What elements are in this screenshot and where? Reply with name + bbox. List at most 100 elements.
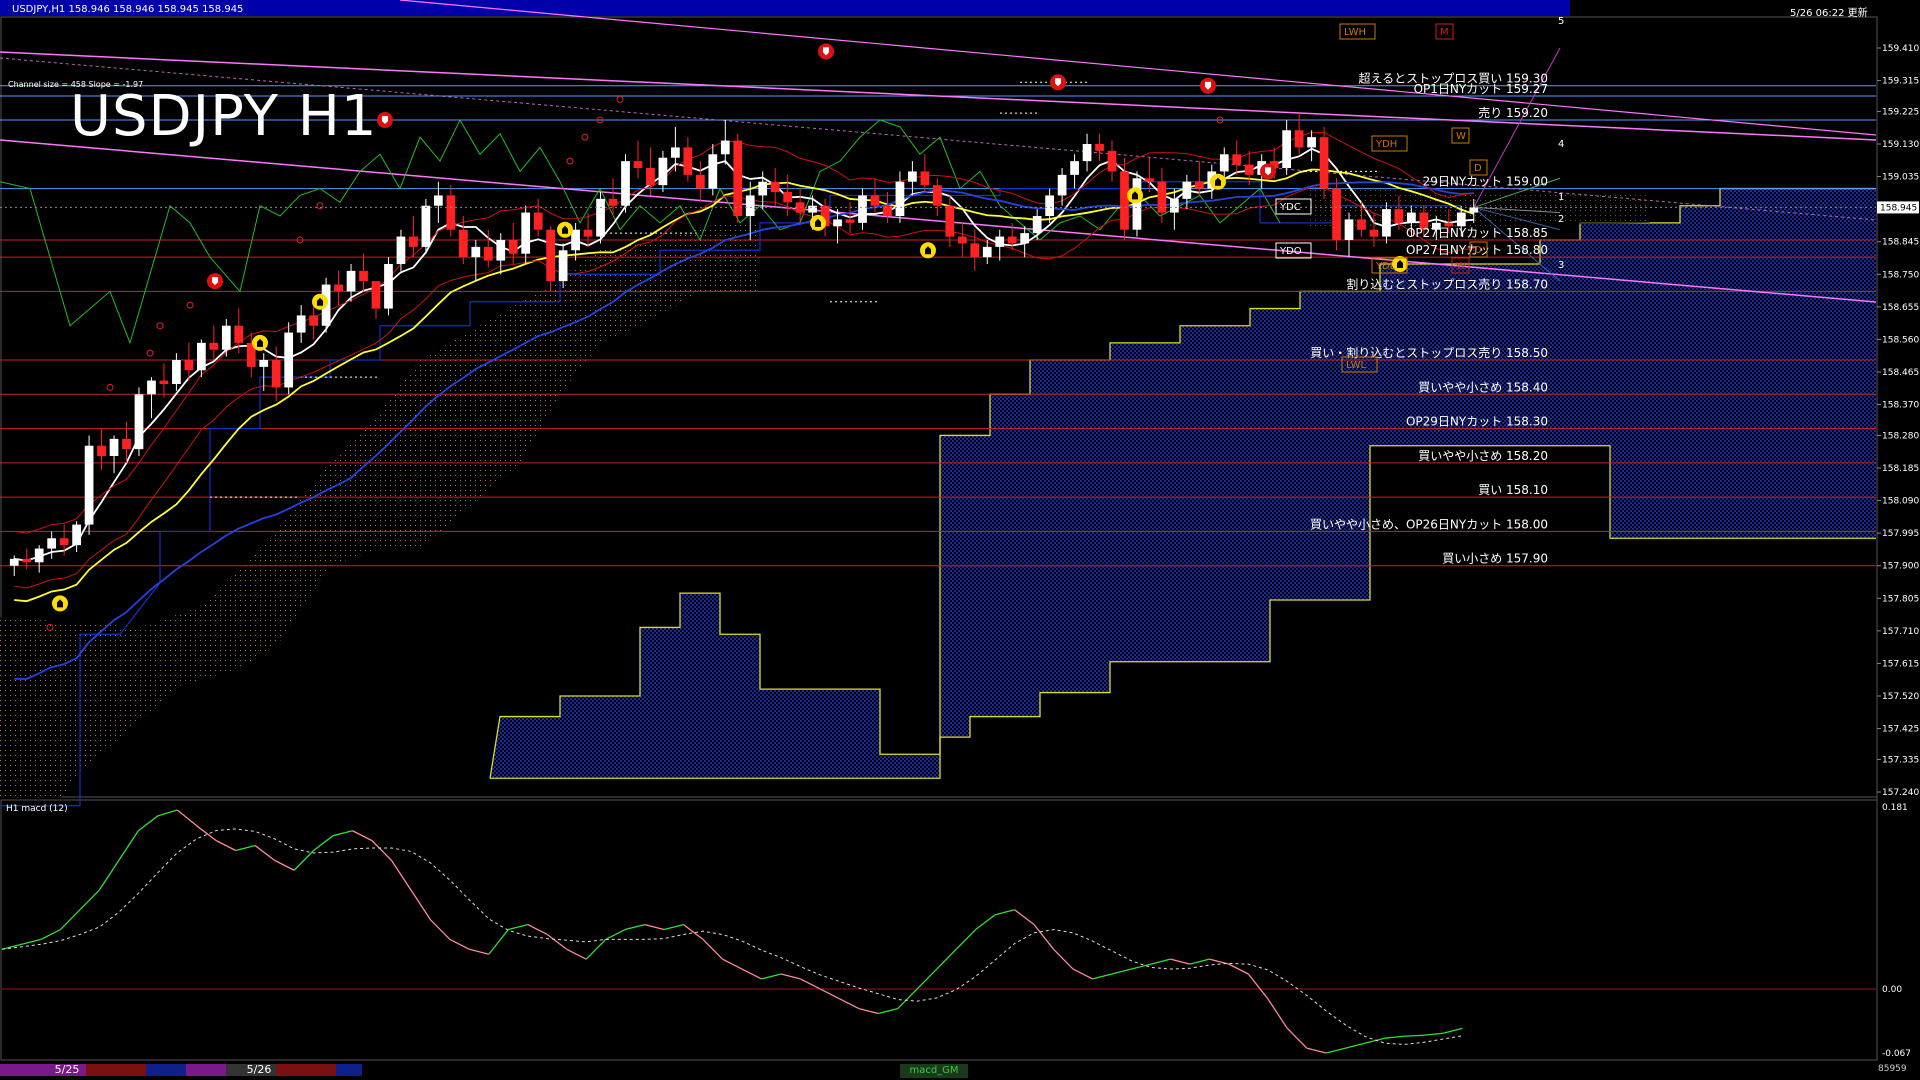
candle-body	[1332, 188, 1341, 240]
candle-body	[683, 147, 693, 175]
macd-line-segment	[215, 840, 236, 852]
marker-box-label: YDC	[1279, 202, 1301, 213]
candle-body	[1120, 171, 1129, 230]
macd-line-segment	[137, 815, 159, 832]
macd-line-segment	[1170, 958, 1191, 965]
candle-body	[1170, 198, 1179, 213]
candle-body	[209, 342, 219, 350]
candle-body	[34, 548, 44, 563]
candle-body	[920, 171, 930, 186]
candle-body	[134, 394, 144, 450]
price-tick-label: 158.090	[1882, 497, 1919, 507]
macd-line-segment	[1286, 1027, 1308, 1049]
candle-body	[72, 524, 81, 546]
macd-badge: macd_GM	[900, 1064, 968, 1078]
candle-body	[1182, 181, 1192, 199]
marker-box-label: D	[1474, 245, 1482, 256]
candle-body	[271, 360, 281, 388]
level-label: 29日NYカット 159.00	[1423, 175, 1548, 189]
projection-number: 1	[1558, 192, 1564, 203]
macd-line-segment	[118, 830, 139, 861]
candle-body	[982, 246, 992, 258]
candle-body	[1394, 209, 1404, 223]
price-tick-label: 159.130	[1882, 140, 1919, 150]
macd-line-segment	[722, 958, 743, 970]
macd-line-segment	[1442, 1027, 1463, 1034]
macd-line-segment	[429, 919, 451, 940]
candle-body	[1232, 154, 1242, 165]
candle-body	[122, 438, 131, 450]
macd-line-segment	[390, 860, 412, 891]
candle-body	[845, 219, 855, 223]
chart-title: USDJPY H1	[70, 84, 378, 149]
candle-body	[346, 270, 356, 292]
macd-axis-max: 0.181	[1882, 803, 1908, 813]
candle-body	[945, 205, 955, 237]
macd-line-segment	[936, 948, 957, 970]
projection-number: 4	[1558, 139, 1564, 150]
macd-line-segment	[878, 1007, 898, 1015]
candle-body	[995, 236, 1005, 247]
macd-line-segment	[916, 968, 938, 990]
candle-body	[359, 270, 368, 282]
marker-box-label: LWL	[1346, 360, 1367, 371]
macd-line-segment	[488, 929, 509, 955]
macd-line-segment	[975, 914, 996, 931]
candle-body	[621, 161, 630, 206]
marker-box-label: D	[1474, 163, 1482, 174]
candle-body	[47, 538, 57, 549]
macd-line-segment	[800, 978, 821, 990]
candle-body	[695, 174, 705, 189]
macd-line-segment	[254, 845, 276, 861]
candle-body	[1344, 219, 1354, 240]
macd-line-segment	[761, 973, 782, 980]
candle-body	[895, 181, 905, 216]
macd-line-segment	[176, 809, 198, 827]
macd-line-segment	[644, 923, 665, 931]
macd-lines	[1, 809, 1463, 1054]
candle-body	[284, 332, 294, 388]
fractal-dot-icon	[581, 133, 589, 141]
candle-body	[1456, 212, 1466, 227]
macd-line-segment	[1306, 1047, 1327, 1054]
candle-body	[745, 195, 755, 216]
candle-body	[658, 157, 668, 186]
fractal-dot-icon	[106, 383, 114, 391]
macd-line-segment	[1189, 958, 1210, 965]
candle-body	[1357, 219, 1366, 230]
candle-body	[1219, 154, 1229, 172]
price-tick-label: 157.615	[1882, 659, 1919, 669]
candle-body	[521, 212, 531, 254]
marker-box-label: YDO	[1279, 246, 1302, 257]
macd-line-segment	[59, 909, 81, 930]
candle-body	[409, 236, 418, 247]
candle-body	[583, 229, 593, 237]
marker-box-label: W	[1456, 261, 1466, 272]
candle-body	[596, 198, 605, 237]
candle-body	[770, 181, 780, 192]
price-tick-label: 158.370	[1882, 401, 1919, 411]
macd-axis-zero: 0.00	[1882, 985, 1902, 995]
macd-line-segment	[527, 924, 548, 936]
marker-box-label: W	[1456, 131, 1466, 142]
candle-body	[908, 171, 917, 182]
macd-line-segment	[566, 948, 587, 960]
macd-line-segment	[1053, 948, 1074, 970]
candle-body	[1407, 212, 1416, 223]
candle-body	[858, 195, 867, 223]
level-label: 買いやや小さめ、OP26日NYカット 158.00	[1310, 517, 1548, 531]
macd-line-segment	[605, 928, 626, 940]
macd-line-segment	[1247, 973, 1269, 1000]
candle-body	[22, 558, 32, 563]
macd-signal-line	[1, 828, 1463, 1045]
macd-panel-frame	[0, 799, 1878, 1061]
candle-body	[1294, 130, 1304, 148]
candle-body	[1157, 181, 1167, 213]
macd-label: H1 macd (12)	[6, 804, 68, 814]
candle-body	[808, 205, 817, 213]
price-tick-label: 157.995	[1882, 529, 1919, 539]
candle-body	[1045, 195, 1054, 216]
candle-body	[1082, 144, 1092, 162]
macd-line-segment	[371, 840, 392, 861]
candle-body	[758, 181, 768, 196]
